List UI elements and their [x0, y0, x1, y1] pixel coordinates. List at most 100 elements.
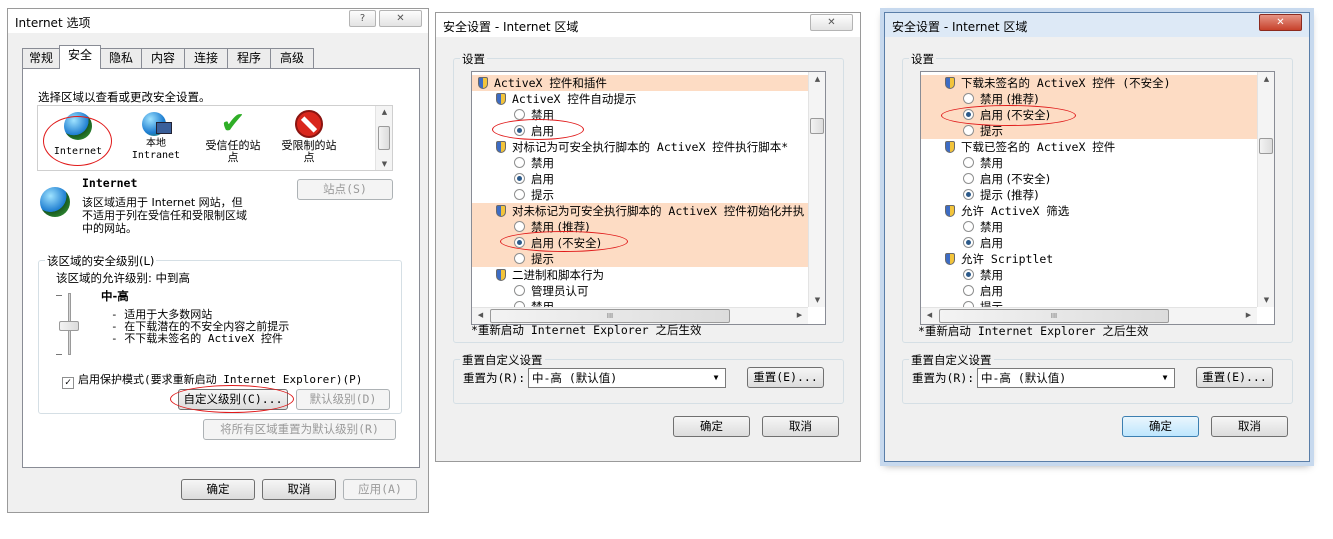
close-button[interactable]: ✕ [810, 14, 853, 31]
radio-icon[interactable] [963, 221, 974, 232]
red-annotation-circle [492, 119, 584, 140]
cancel-button[interactable]: 取消 [262, 479, 336, 500]
security-settings-dialog-2: 安全设置 - Internet 区域 ✕ 设置 下载未签名的 ActiveX 控… [884, 12, 1310, 462]
zone-local-intranet[interactable]: 本地 Intranet [126, 108, 186, 170]
radio-icon[interactable] [514, 189, 525, 200]
setting-radio-option[interactable]: 启用 (不安全) [921, 171, 1257, 187]
vertical-scrollbar[interactable]: ▲ ▼ [808, 72, 825, 307]
radio-icon[interactable] [963, 285, 974, 296]
tab-general[interactable]: 常规 [22, 48, 60, 68]
reset-button[interactable]: 重置(E)... [1196, 367, 1273, 388]
security-shield-icon [478, 77, 488, 89]
setting-label: 对未标记为可安全执行脚本的 ActiveX 控件初始化并执 [512, 204, 805, 218]
scroll-thumb[interactable]: III [490, 309, 730, 323]
scroll-thumb[interactable]: III [939, 309, 1169, 323]
selected-value: 中-高 (默认值) [532, 371, 618, 385]
ok-button[interactable]: 确定 [1122, 416, 1199, 437]
setting-radio-option[interactable]: 禁用 (推荐) [921, 91, 1257, 107]
setting-radio-option[interactable]: 禁用 [921, 267, 1257, 283]
help-button[interactable]: ? [349, 10, 376, 27]
setting-radio-option[interactable]: 提示 [921, 123, 1257, 139]
scroll-right-icon: ▶ [796, 311, 803, 319]
radio-icon[interactable] [514, 285, 525, 296]
reset-button[interactable]: 重置(E)... [747, 367, 824, 388]
scroll-thumb[interactable] [1259, 138, 1273, 154]
radio-icon[interactable] [514, 109, 525, 120]
setting-label: 管理员认可 [531, 284, 589, 298]
level-point-3: - 不下载未签名的 ActiveX 控件 [111, 332, 283, 345]
tab-advanced[interactable]: 高级 [270, 48, 314, 68]
setting-radio-option[interactable]: 启用 [921, 283, 1257, 299]
radio-selected-icon[interactable] [963, 189, 974, 200]
setting-item[interactable]: 下载已签名的 ActiveX 控件 [921, 139, 1257, 155]
level-name: 中-高 [101, 289, 129, 303]
zone-restricted-sites[interactable]: 受限制的站 点 [274, 108, 344, 170]
setting-radio-option[interactable]: 禁用 [921, 219, 1257, 235]
setting-item[interactable]: ActiveX 控件自动提示 [472, 91, 808, 107]
setting-radio-option[interactable]: 启用 [921, 235, 1257, 251]
ok-button[interactable]: 确定 [181, 479, 255, 500]
radio-icon[interactable] [963, 125, 974, 136]
setting-radio-option[interactable]: 提示 [472, 187, 808, 203]
setting-category[interactable]: ActiveX 控件和插件 [472, 75, 808, 91]
close-button[interactable]: ✕ [1259, 14, 1302, 31]
setting-radio-option[interactable]: 提示 [472, 251, 808, 267]
default-level-button[interactable]: 默认级别(D) [296, 389, 390, 410]
tab-privacy[interactable]: 隐私 [100, 48, 142, 68]
setting-item[interactable]: 对标记为可安全执行脚本的 ActiveX 控件执行脚本* [472, 139, 808, 155]
setting-radio-option[interactable]: 启用 [472, 171, 808, 187]
horizontal-scrollbar[interactable]: ◀ III ▶ [921, 307, 1257, 324]
setting-item[interactable]: 允许 ActiveX 筛选 [921, 203, 1257, 219]
zone-small-globe-icon [40, 187, 70, 217]
radio-icon[interactable] [963, 93, 974, 104]
tab-programs[interactable]: 程序 [227, 48, 271, 68]
ok-button[interactable]: 确定 [673, 416, 750, 437]
setting-item[interactable]: 下载未签名的 ActiveX 控件 (不安全) [921, 75, 1257, 91]
setting-label: 禁用 [980, 268, 1003, 282]
reset-level-select[interactable]: 中-高 (默认值) ▼ [528, 368, 726, 388]
reset-all-zones-button[interactable]: 将所有区域重置为默认级别(R) [203, 419, 396, 440]
internet-options-dialog: Internet 选项 ? ✕ 常规 安全 隐私 内容 连接 程序 高级 选择区… [7, 8, 429, 513]
scroll-right-icon: ▶ [1245, 311, 1252, 319]
allowed-levels-text: 该区域的允许级别: 中到高 [56, 271, 191, 285]
setting-radio-option[interactable]: 禁用 [921, 155, 1257, 171]
close-button[interactable]: ✕ [379, 10, 422, 27]
zone-trusted-sites[interactable]: ✔ 受信任的站 点 [198, 108, 268, 170]
radio-selected-icon[interactable] [963, 237, 974, 248]
setting-radio-option[interactable]: 禁用 [472, 155, 808, 171]
radio-icon[interactable] [514, 221, 525, 232]
security-shield-icon [945, 205, 955, 217]
security-shield-icon [496, 269, 506, 281]
cancel-button[interactable]: 取消 [1211, 416, 1288, 437]
apply-button[interactable]: 应用(A) [343, 479, 417, 500]
setting-label: 提示 [980, 124, 1003, 138]
radio-icon[interactable] [963, 173, 974, 184]
setting-label: 禁用 [531, 156, 554, 170]
setting-item[interactable]: 对未标记为可安全执行脚本的 ActiveX 控件初始化并执 [472, 203, 808, 219]
radio-icon[interactable] [514, 157, 525, 168]
radio-selected-icon[interactable] [963, 269, 974, 280]
setting-label: 对标记为可安全执行脚本的 ActiveX 控件执行脚本* [512, 140, 789, 154]
sites-button[interactable]: 站点(S) [297, 179, 393, 200]
setting-label: 禁用 (推荐) [980, 92, 1039, 106]
setting-radio-option[interactable]: 提示 (推荐) [921, 187, 1257, 203]
title-bar: 安全设置 - Internet 区域 ✕ [885, 13, 1309, 37]
zone-list-scrollbar[interactable]: ▲ ▼ [375, 106, 392, 170]
slider-thumb[interactable] [59, 321, 79, 331]
reset-level-select[interactable]: 中-高 (默认值) ▼ [977, 368, 1175, 388]
cancel-button[interactable]: 取消 [762, 416, 839, 437]
radio-icon[interactable] [514, 253, 525, 264]
security-slider[interactable] [56, 291, 82, 357]
setting-radio-option[interactable]: 管理员认可 [472, 283, 808, 299]
vertical-scrollbar[interactable]: ▲ ▼ [1257, 72, 1274, 307]
tab-connections[interactable]: 连接 [184, 48, 228, 68]
tab-security[interactable]: 安全 [59, 45, 101, 69]
setting-item[interactable]: 允许 Scriptlet [921, 251, 1257, 267]
radio-icon[interactable] [963, 157, 974, 168]
settings-tree: ActiveX 控件和插件 ActiveX 控件自动提示禁用 启用 对标记为可安全执行… [471, 71, 826, 325]
scroll-thumb[interactable] [378, 126, 390, 150]
tab-content[interactable]: 内容 [141, 48, 185, 68]
radio-selected-icon[interactable] [514, 173, 525, 184]
setting-item[interactable]: 二进制和脚本行为 [472, 267, 808, 283]
scroll-thumb[interactable] [810, 118, 824, 134]
